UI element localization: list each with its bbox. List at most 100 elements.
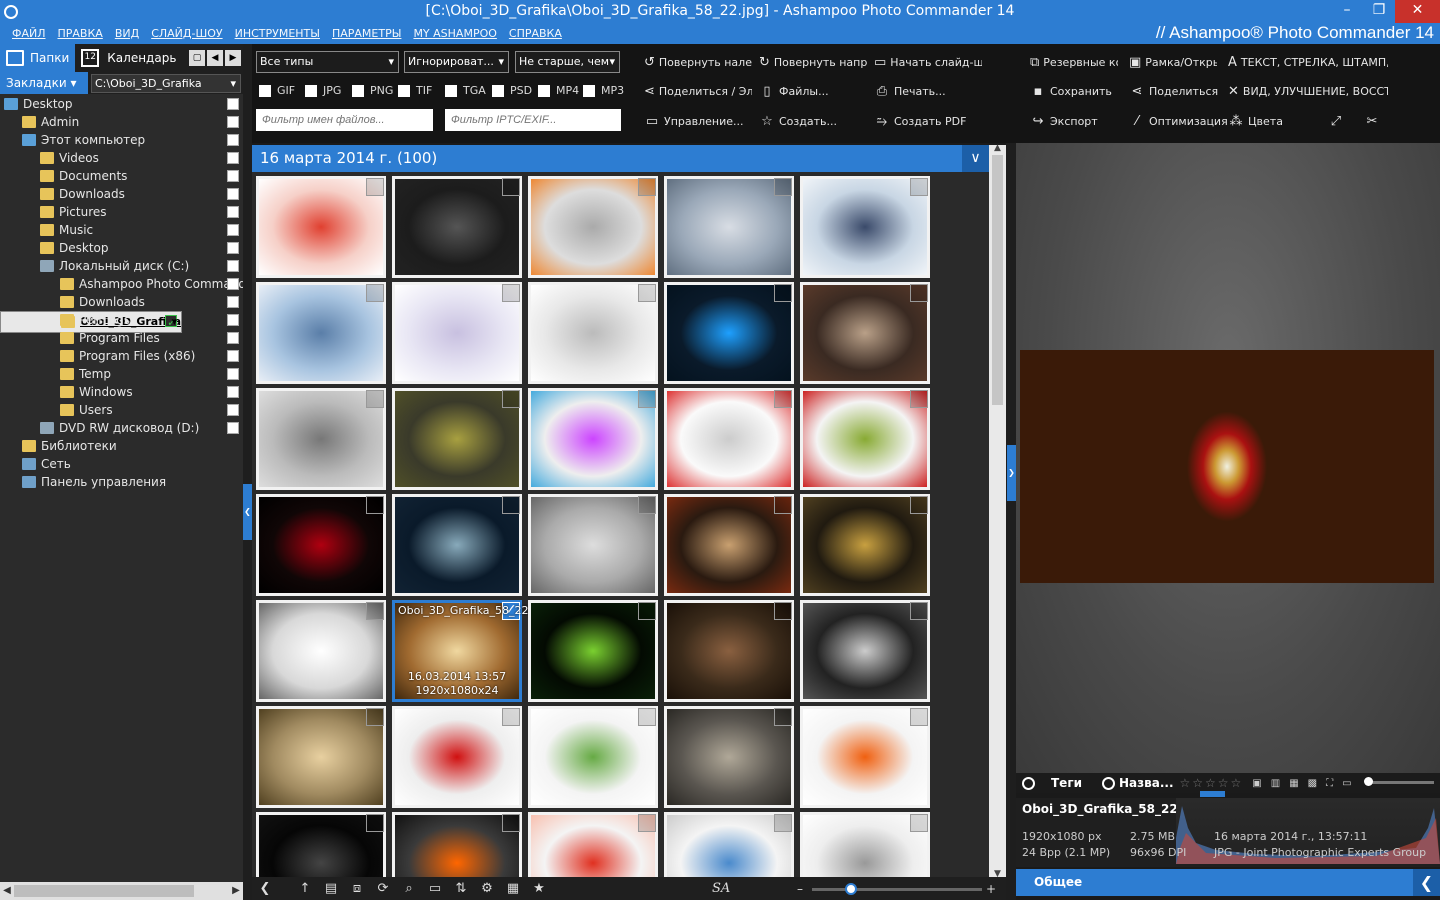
thumbnail[interactable] (256, 600, 386, 702)
tree-item[interactable]: Downloads (0, 185, 243, 203)
format-jpg[interactable]: JPG (305, 84, 341, 97)
select-icon[interactable]: ⧈ (344, 881, 370, 896)
collapse-left-icon[interactable]: ❮ (243, 484, 252, 540)
thumbnail[interactable] (664, 812, 794, 877)
thumbnail[interactable]: Oboi_3D_Grafika_58_22.jpg 16.03.2014 13:5… (392, 600, 549, 702)
tree-item[interactable]: Downloads (0, 293, 243, 311)
format-mp3[interactable]: MP3 (583, 84, 624, 97)
tree-checkbox[interactable] (227, 350, 239, 362)
thumbnail[interactable] (392, 494, 522, 596)
refresh-icon[interactable]: ⟳ (370, 881, 396, 896)
thumbnail-checkbox[interactable] (638, 602, 656, 620)
rating-filter-icon[interactable]: ★ (526, 881, 552, 896)
thumbnail-checkbox[interactable] (910, 602, 928, 620)
menu-tools[interactable]: Инструменты (235, 27, 320, 40)
tree-checkbox[interactable] (227, 134, 239, 146)
tree-item[interactable]: Pictures (0, 203, 243, 221)
bookmarks-dropdown[interactable]: Закладки ▾ (0, 72, 88, 94)
thumbnail[interactable] (800, 388, 930, 490)
app-icon[interactable] (4, 4, 18, 19)
close-button[interactable]: ✕ (1395, 0, 1440, 23)
menu-view[interactable]: Вид (115, 27, 139, 40)
scroll-thumb[interactable] (14, 885, 194, 897)
share-email-button[interactable]: ⋖ Поделиться / Эл (644, 84, 752, 99)
tree-checkbox[interactable] (227, 206, 239, 218)
thumbnail-checkbox[interactable] (366, 496, 384, 514)
create-pdf-button[interactable]: ⥲ Создать PDF (874, 114, 967, 129)
thumbnail-checkbox[interactable] (774, 178, 792, 196)
tree-checkbox[interactable] (227, 386, 239, 398)
checkbox[interactable] (583, 84, 595, 97)
tree-item[interactable]: Videos (0, 149, 243, 167)
rotate-right-button[interactable]: ↻ Повернуть напра (759, 55, 867, 70)
thumbnail-checkbox[interactable] (774, 284, 792, 302)
thumbnail[interactable] (664, 494, 794, 596)
export-button[interactable]: ↪ Экспорт (1030, 114, 1098, 129)
scroll-thumb[interactable] (992, 155, 1003, 405)
thumbnail[interactable] (392, 282, 522, 384)
thumbnail[interactable] (528, 812, 658, 877)
compare-icon[interactable]: ▥ (1271, 778, 1280, 789)
left-hscrollbar[interactable]: ◀ ▶ (0, 882, 243, 900)
iptc-filter-input[interactable] (445, 109, 621, 131)
format-tif[interactable]: TIF (398, 84, 432, 97)
tree-item[interactable]: Windows (0, 383, 243, 401)
rotate-left-button[interactable]: ↺ Повернуть налев (644, 55, 752, 70)
menu-settings[interactable]: Параметры (332, 27, 401, 40)
chevron-left-icon[interactable]: ❮ (1413, 869, 1440, 896)
tab-folders[interactable]: Папки (0, 44, 76, 72)
format-psd[interactable]: PSD (492, 84, 532, 97)
zoom-out-icon[interactable]: – (797, 882, 803, 896)
menu-file[interactable]: Файл (12, 27, 46, 40)
thumbnail[interactable] (664, 706, 794, 808)
thumbnail[interactable] (800, 282, 930, 384)
thumbnail-checkbox[interactable] (366, 708, 384, 726)
thumbnail[interactable] (256, 494, 386, 596)
backup-button[interactable]: ⧉ Резервные ко (1030, 55, 1118, 70)
tree-item[interactable]: Program Files (0, 329, 243, 347)
tree-item[interactable]: Библиотеки (0, 437, 243, 455)
tree-checkbox[interactable] (227, 332, 239, 344)
thumbnail-checkbox[interactable] (774, 602, 792, 620)
group-header[interactable]: 16 марта 2014 г. (100) ∨ (252, 145, 989, 172)
tab-calendar[interactable]: 12 Календарь (75, 44, 182, 72)
thumbnail[interactable] (528, 600, 658, 702)
collapse-right-icon[interactable]: ❯ (1007, 445, 1016, 501)
search-icon[interactable]: ⌕ (396, 881, 422, 896)
tree-checkbox[interactable] (227, 260, 239, 272)
thumbnail[interactable] (256, 388, 386, 490)
arrow-left-icon[interactable]: ◀ (207, 50, 223, 66)
general-section-header[interactable]: Общее ❮ (1016, 869, 1440, 896)
thumbnail-checkbox[interactable] (910, 814, 928, 832)
thumbnail-checkbox[interactable] (774, 390, 792, 408)
tree-checkbox[interactable] (227, 98, 239, 110)
up-icon[interactable]: ↑ (292, 881, 318, 896)
checkbox[interactable] (305, 84, 317, 97)
age-select[interactable]: Не старше, чем (515, 51, 620, 73)
checkbox[interactable] (538, 84, 550, 97)
crop-button[interactable]: ✂ (1364, 114, 1384, 129)
name-toggle[interactable]: Назва... (1102, 776, 1174, 790)
thumbnail[interactable] (528, 706, 658, 808)
manage-button[interactable]: ▭ Управление... (644, 114, 744, 129)
tree-item[interactable]: PerfLogs (0, 311, 243, 329)
arrow-right-icon[interactable]: ▶ (225, 50, 241, 66)
tree-checkbox[interactable] (227, 278, 239, 290)
left-splitter[interactable]: ❮ (243, 44, 252, 900)
tree-item[interactable]: Этот компьютер (0, 131, 243, 149)
right-splitter[interactable]: ❯ (1006, 143, 1016, 900)
layout-icon[interactable]: ▦ (500, 881, 526, 896)
thumbnail-checkbox[interactable] (910, 496, 928, 514)
thumbnail-checkbox[interactable] (638, 814, 656, 832)
thumbnail[interactable] (392, 706, 522, 808)
zoom-slider-knob[interactable] (845, 883, 857, 895)
save-button[interactable]: ▪ Сохранить (1030, 84, 1112, 99)
thumbnail-checkbox[interactable] (910, 178, 928, 196)
tags-toggle[interactable]: Теги (1022, 776, 1082, 790)
tree-checkbox[interactable] (227, 314, 239, 326)
thumbnail-checkbox[interactable] (502, 496, 520, 514)
type-filter-select[interactable]: Все типы (256, 51, 399, 73)
preview-zoom-slider[interactable] (1366, 781, 1434, 784)
thumbnail[interactable] (392, 812, 522, 877)
thumbnail-checkbox[interactable] (910, 390, 928, 408)
